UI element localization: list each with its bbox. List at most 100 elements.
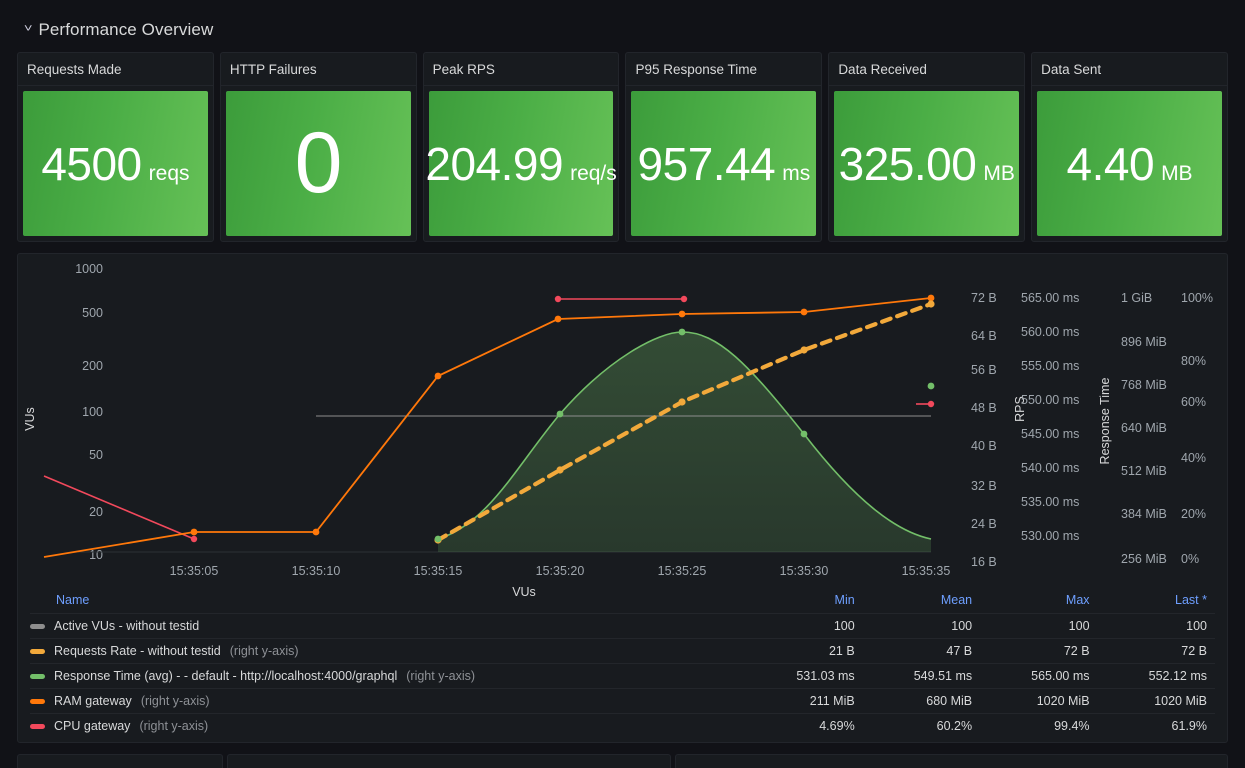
svg-text:555.00 ms: 555.00 ms	[1021, 359, 1079, 373]
stat-panel-5[interactable]: Data Sent 4.40 MB	[1031, 52, 1228, 242]
svg-text:1 GiB: 1 GiB	[1121, 291, 1152, 305]
legend-color-swatch[interactable]	[30, 723, 45, 729]
stat-panel-1[interactable]: HTTP Failures 0	[219, 52, 417, 242]
series-area-response-time	[438, 332, 931, 552]
svg-text:56 B: 56 B	[971, 363, 997, 377]
svg-text:100: 100	[82, 405, 103, 419]
axis-title-response-time: Response Time	[1098, 378, 1112, 465]
svg-text:16 B: 16 B	[971, 555, 997, 569]
legend-axis-note: (right y-axis)	[406, 669, 476, 683]
stat-value-number: 325.00	[838, 137, 977, 190]
next-panel-3[interactable]	[675, 754, 1228, 768]
svg-text:100%: 100%	[1181, 291, 1213, 305]
legend-value-max: 72 B	[980, 638, 1098, 664]
stat-value-number: 957.44	[637, 137, 776, 190]
legend-series-label: RAM gateway	[54, 694, 132, 708]
svg-text:50: 50	[89, 448, 103, 462]
legend-color-swatch[interactable]	[30, 673, 45, 679]
svg-text:60%: 60%	[1181, 395, 1206, 409]
stat-value-unit: MB	[983, 161, 1015, 185]
legend-value-mean: 100	[862, 613, 981, 639]
legend-series-name-cell[interactable]: RAM gateway (right y-axis)	[30, 688, 746, 714]
axis-response-time-ticks: 565.00 ms 560.00 ms 555.00 ms 550.00 ms …	[1021, 291, 1079, 543]
legend-series-label: Response Time (avg) - - default - http:/…	[54, 669, 398, 683]
legend-value-min: 4.69%	[745, 713, 863, 738]
axis-memory-ticks: 1 GiB 896 MiB 768 MiB 640 MiB 512 MiB 38…	[1121, 291, 1167, 566]
legend-col-mean[interactable]: Mean	[863, 589, 980, 614]
stat-value-unit: ms	[782, 161, 811, 185]
axis-rps-ticks: 72 B 64 B 56 B 48 B 40 B 32 B 24 B 16 B	[971, 291, 997, 569]
svg-text:384 MiB: 384 MiB	[1121, 507, 1167, 521]
next-panel-2[interactable]	[227, 754, 671, 768]
svg-text:545.00 ms: 545.00 ms	[1021, 427, 1079, 441]
stat-panel-2[interactable]: Peak RPS 204.99 req/s	[422, 52, 620, 242]
stat-panel-4[interactable]: Data Received 325.00 MB	[828, 52, 1026, 242]
legend-row[interactable]: Response Time (avg) - - default - http:/…	[30, 663, 1215, 689]
next-row-panels	[0, 740, 1245, 768]
legend-row[interactable]: RAM gateway (right y-axis) 211 MiB 680 MiB 1…	[30, 688, 1215, 714]
legend-col-last[interactable]: Last *	[1098, 589, 1215, 614]
stat-panel-title: Peak RPS	[423, 53, 619, 86]
svg-text:15:35:30: 15:35:30	[780, 564, 829, 578]
legend-table: Name Min Mean Max Last * Active VUs - wi…	[30, 589, 1215, 738]
svg-text:20%: 20%	[1181, 507, 1206, 521]
svg-text:72 B: 72 B	[971, 291, 997, 305]
legend-color-swatch[interactable]	[30, 698, 45, 704]
stat-panel-0[interactable]: Requests Made 4500 reqs	[17, 52, 214, 242]
svg-text:500: 500	[82, 306, 103, 320]
legend-series-name-cell[interactable]: Requests Rate - without testid (right y-a…	[30, 638, 746, 664]
legend-value-mean: 60.2%	[862, 713, 981, 738]
stat-panel-row: Requests Made 4500 reqs HTTP Failures 0 Peak …	[0, 52, 1245, 242]
legend-col-name[interactable]: Name	[30, 589, 745, 614]
legend-color-swatch[interactable]	[30, 648, 45, 654]
legend-col-min[interactable]: Min	[745, 589, 862, 614]
stat-panel-value: 204.99 req/s	[425, 137, 616, 191]
graph-legend[interactable]: Name Min Mean Max Last * Active VUs - wi…	[18, 589, 1227, 742]
legend-value-min: 531.03 ms	[745, 663, 863, 689]
svg-text:512 MiB: 512 MiB	[1121, 464, 1167, 478]
legend-value-min: 211 MiB	[745, 688, 863, 714]
stat-value-number: 4500	[41, 137, 142, 190]
svg-text:15:35:35: 15:35:35	[902, 564, 951, 578]
legend-value-min: 100	[745, 613, 863, 639]
svg-text:15:35:10: 15:35:10	[292, 564, 341, 578]
svg-text:768 MiB: 768 MiB	[1121, 378, 1167, 392]
svg-text:540.00 ms: 540.00 ms	[1021, 461, 1079, 475]
legend-axis-note: (right y-axis)	[140, 694, 210, 708]
stat-panel-title: Data Sent	[1032, 53, 1227, 86]
legend-series-name-cell[interactable]: CPU gateway (right y-axis)	[30, 713, 746, 738]
timeseries-graph-panel[interactable]: 1000 500 200 100 50 20 10 VUs 72 B 64 B …	[17, 253, 1228, 743]
svg-text:550.00 ms: 550.00 ms	[1021, 393, 1079, 407]
legend-value-max: 565.00 ms	[980, 663, 1098, 689]
next-panel-1[interactable]	[17, 754, 223, 768]
stat-panel-body: 204.99 req/s	[425, 91, 617, 236]
stat-value-unit: MB	[1161, 161, 1193, 185]
svg-text:15:35:05: 15:35:05	[170, 564, 219, 578]
stat-panel-value: 0	[295, 114, 343, 213]
legend-series-label: Active VUs - without testid	[54, 619, 200, 633]
stat-panel-value: 957.44 ms	[638, 137, 811, 191]
svg-text:80%: 80%	[1181, 354, 1206, 368]
legend-series-name-cell[interactable]: Response Time (avg) - - default - http:/…	[30, 663, 746, 689]
legend-row[interactable]: Active VUs - without testid 100 100 100 100	[30, 613, 1215, 639]
legend-row[interactable]: Requests Rate - without testid (right y-a…	[30, 638, 1215, 664]
stat-panel-body: 4.40 MB	[1037, 91, 1222, 236]
legend-series-label: Requests Rate - without testid	[54, 644, 221, 658]
svg-text:32 B: 32 B	[971, 479, 997, 493]
svg-text:48 B: 48 B	[971, 401, 997, 415]
legend-row[interactable]: CPU gateway (right y-axis) 4.69% 60.2% 99.4%…	[30, 713, 1215, 738]
svg-text:20: 20	[89, 505, 103, 519]
legend-value-mean: 47 B	[862, 638, 981, 664]
svg-text:560.00 ms: 560.00 ms	[1021, 325, 1079, 339]
chevron-down-icon[interactable]: ˅	[24, 23, 33, 35]
stat-panel-3[interactable]: P95 Response Time 957.44 ms	[625, 52, 823, 242]
stat-panel-title: Requests Made	[18, 53, 213, 86]
stat-panel-body: 0	[225, 91, 411, 236]
stat-panel-value: 4.40 MB	[1067, 137, 1193, 191]
legend-col-max[interactable]: Max	[980, 589, 1097, 614]
svg-text:40%: 40%	[1181, 451, 1206, 465]
legend-series-name-cell[interactable]: Active VUs - without testid	[30, 613, 746, 639]
stat-panel-body: 325.00 MB	[834, 91, 1020, 236]
dashboard-row-header[interactable]: ˅ Performance Overview	[0, 0, 1245, 52]
legend-color-swatch[interactable]	[30, 623, 45, 629]
